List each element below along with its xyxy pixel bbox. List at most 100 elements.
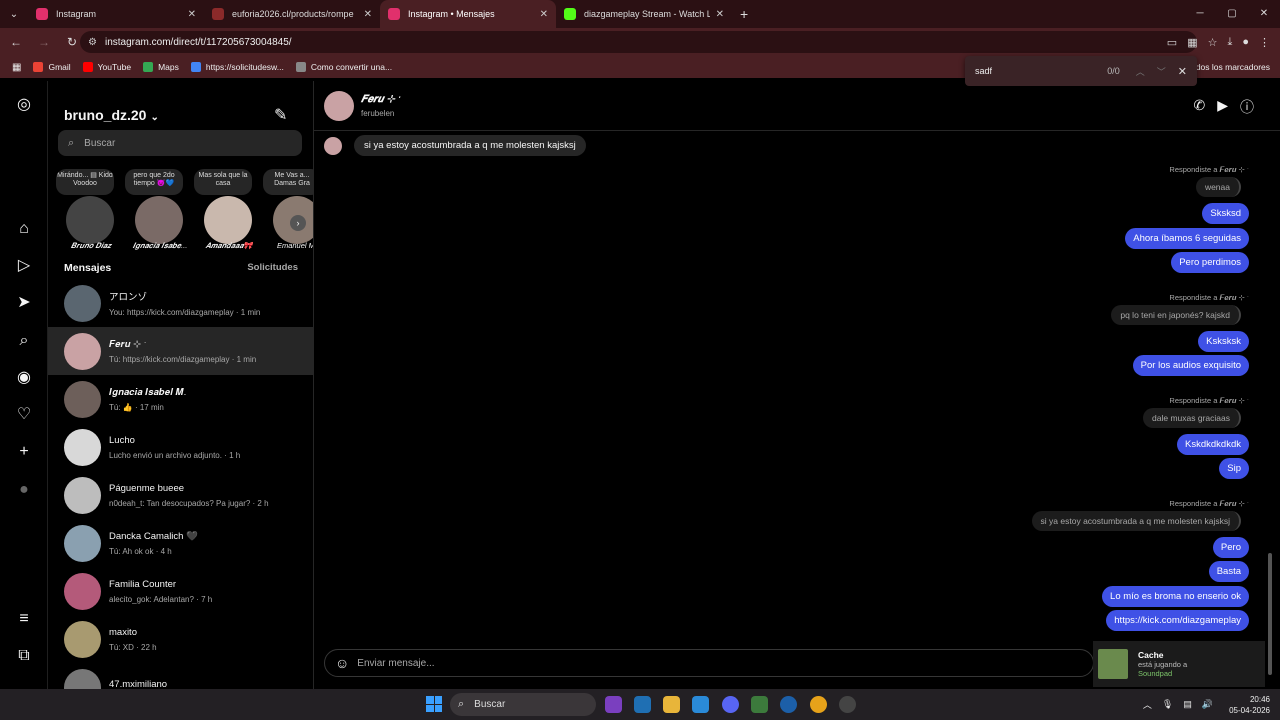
- all-bookmarks-link[interactable]: dos los marcadores: [1196, 56, 1270, 78]
- account-switcher[interactable]: bruno_dz.20 ⌄: [64, 107, 159, 123]
- requests-link[interactable]: Solicitudes: [247, 262, 298, 273]
- video-call-icon[interactable]: ▶: [1217, 97, 1228, 117]
- find-next-icon[interactable]: ﹀: [1157, 65, 1166, 78]
- vscode-icon[interactable]: [692, 696, 709, 713]
- scrollbar[interactable]: [1268, 553, 1272, 675]
- thread-item[interactable]: アロンゾ You: https://kick.com/diazgameplay ·…: [48, 279, 313, 327]
- outgoing-bubble[interactable]: Basta: [1208, 561, 1249, 582]
- contact-avatar[interactable]: [324, 91, 354, 121]
- more-menu-icon[interactable]: ≡: [14, 609, 34, 629]
- thread-item[interactable]: Familia Counter alecito_gok: Adelantan? ·…: [48, 567, 313, 615]
- file-explorer-icon[interactable]: [663, 696, 680, 713]
- thread-item[interactable]: 𝑭𝒆𝒓𝒖 ⊹ ˑ Tú: https://kick.com/diazgamepla…: [48, 327, 313, 375]
- tray-chevron-icon[interactable]: ︿: [1143, 698, 1152, 711]
- incoming-bubble[interactable]: si ya estoy acostumbrada a q me molesten…: [354, 135, 586, 156]
- browser-tab[interactable]: Instagram • Mensajes ✕: [380, 0, 556, 28]
- instagram-logo-icon[interactable]: ◎: [14, 95, 34, 115]
- outgoing-bubble[interactable]: Lo mío es broma no enserio ok: [1102, 585, 1249, 607]
- search-input[interactable]: ⌕ Buscar: [58, 130, 302, 156]
- close-tab-icon[interactable]: ✕: [188, 9, 196, 20]
- steam-icon[interactable]: [780, 696, 797, 713]
- thread-item[interactable]: maxito Tú: XD · 22 h: [48, 615, 313, 663]
- activity-toast[interactable]: Cache está jugando a Soundpad: [1093, 641, 1265, 687]
- apps-grid-icon[interactable]: ▦: [12, 62, 21, 73]
- message-composer[interactable]: ☺ Enviar mensaje...: [324, 649, 1094, 677]
- browser-tab[interactable]: diazgameplay Stream - Watch L ✕: [556, 0, 732, 28]
- volume-icon[interactable]: 🔊: [1202, 699, 1213, 710]
- browser-tab[interactable]: Instagram ✕: [28, 0, 204, 28]
- find-input[interactable]: sadf: [975, 66, 1107, 76]
- thread-item[interactable]: Dancka Camalich 🖤 Tú: Ah ok ok · 4 h: [48, 519, 313, 567]
- taskbar-search[interactable]: ⌕ Buscar: [450, 693, 596, 716]
- back-button[interactable]: ←: [4, 30, 28, 54]
- new-tab-button[interactable]: +: [740, 6, 748, 22]
- chrome-icon[interactable]: [810, 696, 827, 713]
- search-icon[interactable]: ⌕: [14, 331, 34, 351]
- outgoing-bubble[interactable]: Sip: [1219, 458, 1249, 479]
- thread-item[interactable]: 47.mximiliano: [48, 663, 313, 689]
- forward-button[interactable]: →: [32, 30, 56, 54]
- download-icon[interactable]: ⤓: [1227, 36, 1232, 49]
- clock[interactable]: 20:46 05-04-2026: [1229, 694, 1270, 716]
- reply-quote[interactable]: dale muxas graciaas: [1143, 407, 1241, 428]
- close-tab-icon[interactable]: ✕: [364, 9, 372, 20]
- discord-icon[interactable]: [722, 696, 739, 713]
- phone-call-icon[interactable]: ✆: [1193, 97, 1205, 117]
- site-info-icon[interactable]: ⚙: [88, 37, 97, 48]
- emoji-icon[interactable]: ☺: [335, 655, 349, 671]
- maximize-button[interactable]: ▢: [1216, 0, 1248, 28]
- outgoing-bubble[interactable]: Ahora íbamos 6 seguidas: [1125, 227, 1249, 249]
- profile-avatar-icon[interactable]: ●: [14, 480, 34, 500]
- reply-quote[interactable]: pq lo teni en japonés? kajskd: [1111, 304, 1241, 325]
- compose-icon[interactable]: ✎: [274, 105, 287, 125]
- app-icon[interactable]: [634, 696, 651, 713]
- close-window-button[interactable]: ✕: [1248, 0, 1280, 28]
- outgoing-bubble[interactable]: Pero perdimos: [1171, 252, 1249, 273]
- thread-item[interactable]: Páguenme bueee n0deah_t: Tan desocupados?…: [48, 471, 313, 519]
- minimize-button[interactable]: ─: [1184, 0, 1216, 28]
- bookmark-item[interactable]: https://solicitudesw...: [190, 62, 284, 72]
- outgoing-bubble[interactable]: Ksksksk: [1198, 330, 1249, 352]
- threads-icon[interactable]: ⧉: [14, 646, 34, 666]
- network-icon[interactable]: ▤: [1183, 699, 1192, 710]
- profile-avatar[interactable]: ●: [1242, 36, 1249, 48]
- bookmark-item[interactable]: Maps: [143, 62, 179, 72]
- messages-icon[interactable]: ➤: [14, 293, 34, 313]
- outgoing-bubble[interactable]: Sksksd: [1202, 203, 1249, 224]
- minecraft-icon[interactable]: [751, 696, 768, 713]
- info-icon[interactable]: ⓘ: [1240, 97, 1254, 117]
- reply-quote[interactable]: si ya estoy acostumbrada a q me molesten…: [1031, 510, 1241, 531]
- find-prev-icon[interactable]: ︿: [1136, 65, 1145, 78]
- home-icon[interactable]: ⌂: [14, 219, 34, 239]
- outgoing-bubble[interactable]: Kskdkdkdkdk: [1177, 433, 1249, 455]
- app-icon-2[interactable]: [839, 696, 856, 713]
- contact-name[interactable]: 𝑭𝒆𝒓𝒖 ⊹ ˑ: [361, 94, 401, 105]
- address-bar[interactable]: ⚙ instagram.com/direct/t/117205673004845…: [80, 31, 1197, 53]
- extension-icon[interactable]: ▦: [1187, 36, 1197, 49]
- menu-kebab-icon[interactable]: ⋮: [1259, 36, 1270, 49]
- start-button[interactable]: [426, 696, 442, 712]
- notes-next-icon[interactable]: ›: [290, 215, 306, 231]
- find-close-icon[interactable]: ✕: [1178, 65, 1187, 78]
- thread-item[interactable]: Lucho Lucho envió un archivo adjunto. · 1…: [48, 423, 313, 471]
- cast-icon[interactable]: ▭: [1167, 36, 1177, 49]
- close-tab-icon[interactable]: ✕: [540, 9, 548, 20]
- bookmark-item[interactable]: YouTube: [82, 62, 131, 72]
- reels-icon[interactable]: ▷: [14, 256, 34, 276]
- create-icon[interactable]: +: [14, 442, 34, 462]
- mic-icon[interactable]: 🎙: [1162, 699, 1173, 710]
- reply-quote[interactable]: wenaa: [1195, 177, 1241, 197]
- notifications-icon[interactable]: ♡: [14, 405, 34, 425]
- outgoing-bubble[interactable]: Pero: [1212, 536, 1249, 558]
- thread-item[interactable]: 𝑰𝒈𝒏𝒂𝒄𝒊𝒂 𝑰𝒔𝒂𝒃𝒆𝒍 𝑴. Tú: 👍 · 17 min: [48, 375, 313, 423]
- outgoing-bubble[interactable]: Por los audios exquisito: [1132, 355, 1249, 376]
- outgoing-bubble[interactable]: https://kick.com/diazgameplay: [1106, 610, 1249, 631]
- close-tab-icon[interactable]: ✕: [716, 9, 724, 20]
- visual-studio-icon[interactable]: [605, 696, 622, 713]
- bookmark-item[interactable]: Como convertir una...: [295, 62, 392, 72]
- tab-search-button[interactable]: ⌄: [0, 0, 28, 28]
- explore-icon[interactable]: ◉: [14, 368, 34, 388]
- bookmark-item[interactable]: Gmail: [33, 62, 71, 72]
- bookmark-star-icon[interactable]: ☆: [1208, 36, 1218, 49]
- browser-tab[interactable]: euforia2026.cl/products/rompe ✕: [204, 0, 380, 28]
